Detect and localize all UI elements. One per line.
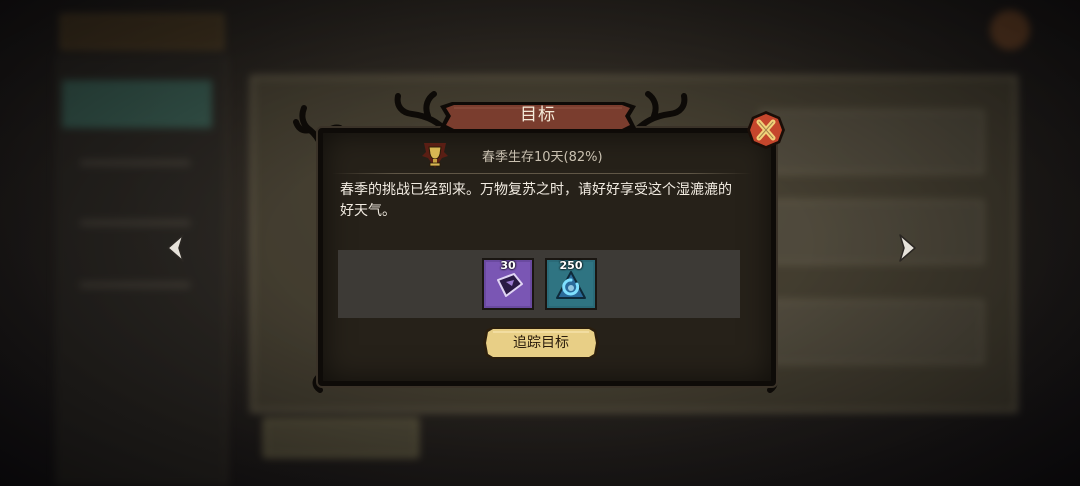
purple-gem-reward-icon[interactable]: 30 [482,258,534,310]
track-goal-button[interactable]: 追踪目标 [482,326,600,360]
chevron-right-icon[interactable] [892,232,920,264]
divider [332,173,752,174]
chevron-left-icon[interactable] [163,232,191,264]
reward-count: 30 [500,259,516,272]
goal-progress-text: 春季生存10天(82%) [482,150,603,165]
goal-row: 春季生存10天(82%) [420,140,720,170]
track-goal-label: 追踪目标 [513,335,569,351]
goal-description: 春季的挑战已经到来。万物复苏之时，请好好享受这个湿漉漉的好天气。 [340,182,732,219]
dialog-title: 目标 [520,105,556,125]
close-icon[interactable] [746,110,786,150]
reward-panel [338,250,740,318]
reward-count: 250 [559,259,583,272]
goal-dialog: 目标 春季生存10天(82%) 春季的挑战已经到来。万物复苏之时，请好好享受这个… [293,91,785,393]
trophy-icon [420,140,450,170]
game-screen: 目标 春季生存10天(82%) 春季的挑战已经到来。万物复苏之时，请好好享受这个… [0,0,1080,486]
title-banner: 目标 [440,100,636,134]
blue-crystal-reward-icon[interactable]: 250 [545,258,597,310]
